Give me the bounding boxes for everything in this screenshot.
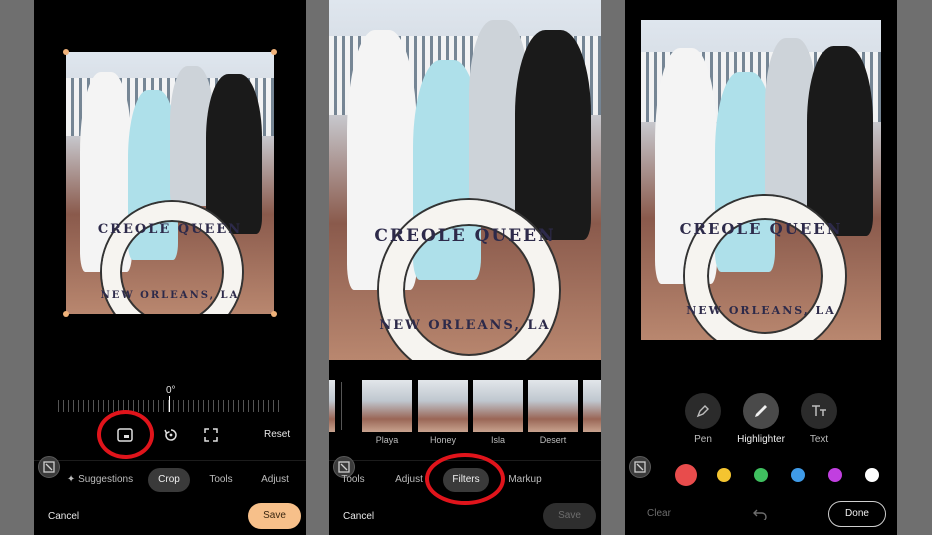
ring-text-bottom: NEW ORLEANS, LA bbox=[100, 290, 240, 301]
color-swatch-green[interactable] bbox=[754, 468, 768, 482]
tab-adjust[interactable]: Adjust bbox=[254, 474, 296, 485]
undo-icon bbox=[753, 509, 767, 520]
app-badge-icon bbox=[338, 461, 350, 473]
crop-handle-bottom-right[interactable] bbox=[271, 311, 277, 317]
text-tool-label: Text bbox=[809, 434, 829, 445]
highlight-ring-filters bbox=[425, 453, 505, 505]
filter-thumb-honey[interactable] bbox=[418, 380, 468, 432]
tab-tools[interactable]: Tools bbox=[202, 474, 240, 485]
photo-crop-preview: CREOLE QUEEN NEW ORLEANS, LA bbox=[66, 52, 274, 314]
tab-markup[interactable]: Markup bbox=[505, 474, 545, 485]
app-badge bbox=[629, 456, 651, 478]
color-swatch-red[interactable] bbox=[675, 464, 697, 486]
ring-text-top: CREOLE QUEEN bbox=[679, 220, 843, 238]
app-badge bbox=[38, 456, 60, 478]
color-swatch-purple[interactable] bbox=[828, 468, 842, 482]
tab-crop[interactable]: Crop bbox=[148, 468, 190, 492]
crop-handle-bottom-left[interactable] bbox=[63, 311, 69, 317]
crop-panel: CREOLE QUEEN NEW ORLEANS, LA 0° Reset ✦ … bbox=[34, 0, 306, 535]
filter-thumb-desert[interactable] bbox=[528, 380, 578, 432]
filter-thumb-partial[interactable] bbox=[329, 380, 335, 432]
highlighter-icon bbox=[755, 405, 767, 417]
highlighter-tool-label: Highlighter bbox=[737, 434, 785, 445]
rotate-icon bbox=[164, 429, 177, 441]
cancel-button[interactable]: Cancel bbox=[343, 511, 374, 522]
reset-button[interactable]: Reset bbox=[264, 429, 290, 440]
filters-panel: CREOLE QUEEN NEW ORLEANS, LA Playa Honey… bbox=[329, 0, 601, 535]
cancel-button[interactable]: Cancel bbox=[48, 511, 79, 522]
pen-icon bbox=[696, 405, 709, 418]
undo-button[interactable] bbox=[749, 503, 771, 525]
clear-button[interactable]: Clear bbox=[647, 508, 671, 519]
crop-handle-top-right[interactable] bbox=[271, 49, 277, 55]
ring-text-top: CREOLE QUEEN bbox=[374, 226, 556, 246]
app-badge-icon bbox=[43, 461, 55, 473]
text-tool-button[interactable] bbox=[801, 393, 837, 429]
photo-filter-preview: CREOLE QUEEN NEW ORLEANS, LA bbox=[329, 0, 601, 360]
tab-suggestions[interactable]: ✦ Suggestions bbox=[64, 474, 136, 485]
pen-tool-label: Pen bbox=[694, 434, 712, 445]
highlight-ring-aspect bbox=[97, 410, 154, 459]
filter-label-isla: Isla bbox=[490, 435, 505, 445]
text-icon bbox=[812, 405, 826, 416]
filter-thumb-isla[interactable] bbox=[473, 380, 523, 432]
tab-tools[interactable]: Tools bbox=[335, 474, 371, 485]
save-button-disabled[interactable]: Save bbox=[543, 503, 596, 529]
ring-text-top: CREOLE QUEEN bbox=[97, 222, 243, 237]
pen-tool-button[interactable] bbox=[685, 393, 721, 429]
color-swatch-blue[interactable] bbox=[791, 468, 805, 482]
tab-suggestions-label: Suggestions bbox=[78, 474, 134, 485]
rotation-ruler[interactable] bbox=[58, 400, 282, 412]
color-swatch-yellow[interactable] bbox=[717, 468, 731, 482]
save-button[interactable]: Save bbox=[248, 503, 301, 529]
filter-label-playa: Playa bbox=[375, 435, 399, 445]
color-swatch-white[interactable] bbox=[865, 468, 879, 482]
filter-label-desert: Desert bbox=[539, 435, 567, 445]
crop-handle-top-left[interactable] bbox=[63, 49, 69, 55]
expand-icon bbox=[204, 428, 218, 442]
filter-thumb-next[interactable] bbox=[583, 380, 601, 432]
filter-label-honey: Honey bbox=[429, 435, 456, 445]
highlighter-tool-button[interactable] bbox=[743, 393, 779, 429]
expand-button[interactable] bbox=[200, 424, 222, 446]
rotate-button[interactable] bbox=[160, 424, 182, 446]
rotation-readout: 0° bbox=[166, 385, 176, 396]
ring-text-bottom: NEW ORLEANS, LA bbox=[379, 318, 551, 333]
filter-thumb-playa[interactable] bbox=[362, 380, 412, 432]
photo-markup-preview: CREOLE QUEEN NEW ORLEANS, LA bbox=[641, 20, 881, 340]
ring-text-bottom: NEW ORLEANS, LA bbox=[686, 304, 836, 317]
markup-panel: CREOLE QUEEN NEW ORLEANS, LA Pen Highlig… bbox=[625, 0, 897, 535]
tab-adjust[interactable]: Adjust bbox=[389, 474, 429, 485]
done-button[interactable]: Done bbox=[828, 501, 886, 527]
sparkle-icon: ✦ bbox=[66, 474, 76, 485]
app-badge-icon bbox=[634, 461, 646, 473]
